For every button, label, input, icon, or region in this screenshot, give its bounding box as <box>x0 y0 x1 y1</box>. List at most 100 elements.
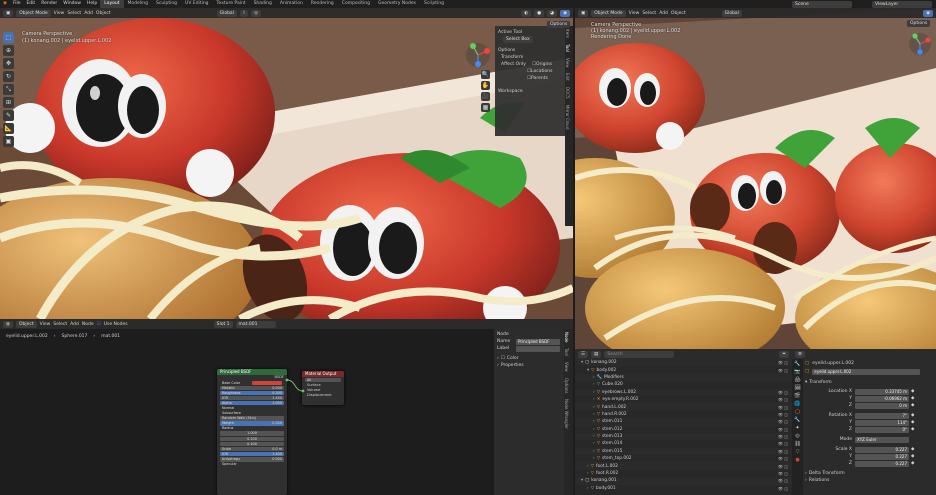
outliner-row[interactable]: ▾ ▢ konang.001 👁 ◫ <box>575 477 792 485</box>
outliner-row[interactable]: › ▽ stem_top.002 👁 ◫ <box>575 455 792 463</box>
modifier-tab-icon[interactable]: 🔧 <box>794 417 800 423</box>
outliner-type-button[interactable]: ☰ <box>578 350 589 358</box>
overlay-icon[interactable]: ◐ <box>521 9 532 17</box>
visibility-eye-icon[interactable]: 👁 ◫ <box>778 441 792 446</box>
camera-view-icon[interactable]: 🎥 <box>481 92 490 101</box>
visibility-eye-icon[interactable]: 👁 ◫ <box>778 486 792 491</box>
outliner-row[interactable]: › ▽ eyebrows.L.002 👁 ◫ <box>575 388 792 396</box>
menu-object-right[interactable]: Object <box>671 11 686 16</box>
outliner-row[interactable]: › ✕ eye.empty.R.002 👁 ◫ <box>575 395 792 404</box>
select-box-icon[interactable]: ⬚ <box>3 32 14 43</box>
object-name-field[interactable]: eyelid.upper.L.002 <box>812 368 921 375</box>
menu-help[interactable]: Help <box>84 0 100 8</box>
outliner[interactable]: ☰ ▤ Search ⏷ ▾ ▢ konang.002 👁 ◫ ▾ ▽ body.002 👁… <box>575 349 792 495</box>
node-tab-tool[interactable]: Tool <box>564 345 569 359</box>
menu-view-right[interactable]: View <box>629 11 640 16</box>
data-tab-icon[interactable]: ▽ <box>796 449 800 455</box>
tab-animation[interactable]: Animation <box>276 0 307 8</box>
outliner-row[interactable]: › ▽ stem.014 👁 ◫ <box>575 440 792 448</box>
shading-solid-icon[interactable]: ● <box>534 9 545 17</box>
blender-logo-icon[interactable]: ◉ <box>0 0 10 8</box>
rotation-z-field[interactable]: 0° <box>855 426 909 433</box>
gizmo-axes-right[interactable] <box>908 32 932 56</box>
color-expand-icon[interactable]: › <box>497 356 499 361</box>
visibility-eye-icon[interactable]: 👁 ◫ <box>778 434 792 439</box>
select-box-tool[interactable]: Select Box <box>503 36 533 43</box>
visibility-eye-icon[interactable]: 👁 ◫ <box>778 390 792 395</box>
outliner-row[interactable]: › ▽ hand.R.002 👁 ◫ <box>575 410 792 419</box>
options-button-right[interactable]: Options <box>907 20 931 27</box>
visibility-eye-icon[interactable]: 👁 ◫ <box>778 464 792 469</box>
tab-geometry-nodes[interactable]: Geometry Nodes <box>374 0 420 8</box>
outliner-row[interactable]: › ▽ stem.013 👁 ◫ <box>575 432 792 441</box>
output-tab-icon[interactable]: 🖨 <box>794 377 800 383</box>
tab-shading[interactable]: Shading <box>250 0 276 8</box>
visibility-eye-icon[interactable]: 👁 ◫ <box>778 449 792 454</box>
sidebar-tab-edit[interactable]: Edit <box>565 70 570 84</box>
outliner-row[interactable]: › ▽ foot.L.002 👁 ◫ <box>575 462 792 470</box>
orientation-selector[interactable]: Global <box>216 9 237 17</box>
visibility-eye-icon[interactable]: 👁 ◫ <box>778 360 792 365</box>
outliner-row[interactable]: › 🔧 Modifiers <box>575 373 792 382</box>
menu-file[interactable]: File <box>10 0 24 8</box>
render-tab-icon[interactable]: 📷 <box>794 369 800 375</box>
editor-type-button-right[interactable]: ▣ <box>578 9 589 17</box>
node-tab-view[interactable]: View <box>564 359 569 375</box>
editor-type-button[interactable]: ▣ <box>3 9 14 17</box>
annotate-icon[interactable]: ✎ <box>3 110 14 121</box>
tab-compositing[interactable]: Compositing <box>338 0 374 8</box>
outliner-row[interactable]: ▾ ▢ konang.002 👁 ◫ <box>575 359 792 367</box>
scale-icon[interactable]: ⤡ <box>3 84 14 95</box>
rotation-x-field[interactable]: 7° <box>855 412 909 419</box>
visibility-eye-icon[interactable]: 👁 ◫ <box>778 427 792 432</box>
tool-tab-icon[interactable]: 🔧 <box>794 361 800 367</box>
workspace-title[interactable]: Workspace <box>498 89 523 94</box>
menu-select[interactable]: Select <box>67 11 81 16</box>
visibility-eye-icon[interactable]: 👁 ◫ <box>778 412 792 417</box>
menu-object[interactable]: Object <box>96 11 111 16</box>
object-tab-icon[interactable]: ▢ <box>795 409 800 415</box>
material-tab-icon[interactable]: ● <box>795 457 799 463</box>
properties-expand-icon[interactable]: › <box>497 363 499 368</box>
outliner-display-mode[interactable]: ▤ <box>591 350 602 358</box>
outliner-row[interactable]: › ▽ foot.R.002 👁 ◫ <box>575 469 792 478</box>
left-viewport[interactable]: ▣ Object Mode View Select Add Object Glo… <box>0 8 573 319</box>
rotate-icon[interactable]: ↻ <box>3 71 14 82</box>
color-checkbox[interactable]: ☐ <box>501 356 505 361</box>
cursor-icon[interactable]: ⊕ <box>3 45 14 56</box>
mode-selector-right[interactable]: Object Mode <box>591 9 626 17</box>
menu-view[interactable]: View <box>54 11 65 16</box>
view-layer-selector[interactable]: ViewLayer <box>872 0 932 8</box>
properties-label[interactable]: Properties <box>501 363 524 368</box>
mode-selector[interactable]: Object Mode <box>16 9 51 17</box>
tab-texture-paint[interactable]: Texture Paint <box>213 0 250 8</box>
location-y-field[interactable]: -0.06962 m <box>855 395 909 402</box>
zoom-icon[interactable]: 🔍 <box>481 70 490 79</box>
menu-render[interactable]: Render <box>38 0 60 8</box>
tab-modeling[interactable]: Modeling <box>124 0 152 8</box>
scale-z-field[interactable]: 0.227 <box>855 460 909 467</box>
menu-edit[interactable]: Edit <box>23 0 38 8</box>
shading-material-icon[interactable]: ◕ <box>547 9 558 17</box>
menu-select-right[interactable]: Select <box>642 11 656 16</box>
visibility-eye-icon[interactable]: 👁 ◫ <box>778 419 792 424</box>
sidebar-tab-view[interactable]: View <box>565 55 570 71</box>
view-layer-tab-icon[interactable]: 🖼 <box>794 385 800 391</box>
rotation-y-field[interactable]: 114° <box>855 419 909 426</box>
node-tab-node[interactable]: Node <box>564 329 569 345</box>
orientation-selector-right[interactable]: Global <box>721 9 742 17</box>
particles-tab-icon[interactable]: ✦ <box>795 425 799 431</box>
relations-title[interactable]: Relations <box>809 478 830 483</box>
outliner-row[interactable]: › ▽ hand.L.002 👁 ◫ <box>575 403 792 411</box>
location-z-field[interactable]: 0 m <box>855 402 909 409</box>
location-x-field[interactable]: 0.33745 m <box>855 388 909 395</box>
world-tab-icon[interactable]: 🌐 <box>794 401 800 407</box>
ortho-toggle-icon[interactable]: ▦ <box>481 103 490 112</box>
menu-window[interactable]: Window <box>60 0 84 8</box>
options-button-left[interactable]: Options <box>547 21 571 28</box>
visibility-eye-icon[interactable]: 👁 ◫ <box>778 478 792 483</box>
visibility-eye-icon[interactable]: 👁 ◫ <box>778 471 792 476</box>
visibility-eye-icon[interactable]: 👁 ◫ <box>778 405 792 410</box>
sidebar-tab-tool[interactable]: Tool <box>565 41 570 55</box>
node-editor[interactable]: ◍ Object View Select Add Node ☑ Use Node… <box>0 319 573 495</box>
